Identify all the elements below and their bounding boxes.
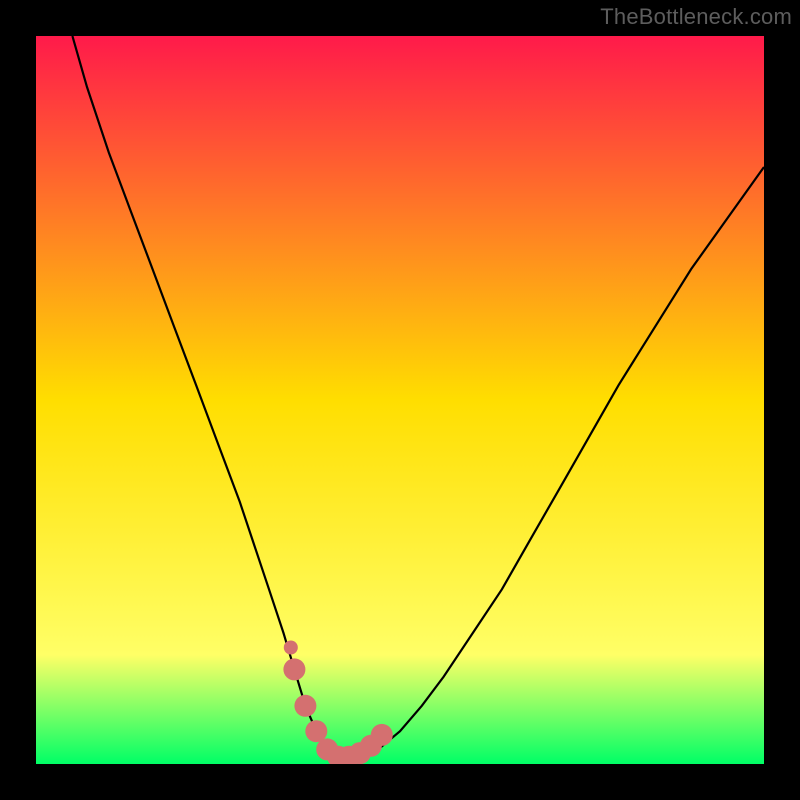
trough-marker-dot: [371, 724, 393, 746]
gradient-background: [36, 36, 764, 764]
bottleneck-chart: [36, 36, 764, 764]
watermark-text: TheBottleneck.com: [600, 4, 792, 30]
extra-marker-dot: [284, 641, 298, 655]
plot-area: [36, 36, 764, 764]
trough-marker-dot: [283, 658, 305, 680]
trough-marker-dot: [294, 695, 316, 717]
outer-frame: TheBottleneck.com: [0, 0, 800, 800]
